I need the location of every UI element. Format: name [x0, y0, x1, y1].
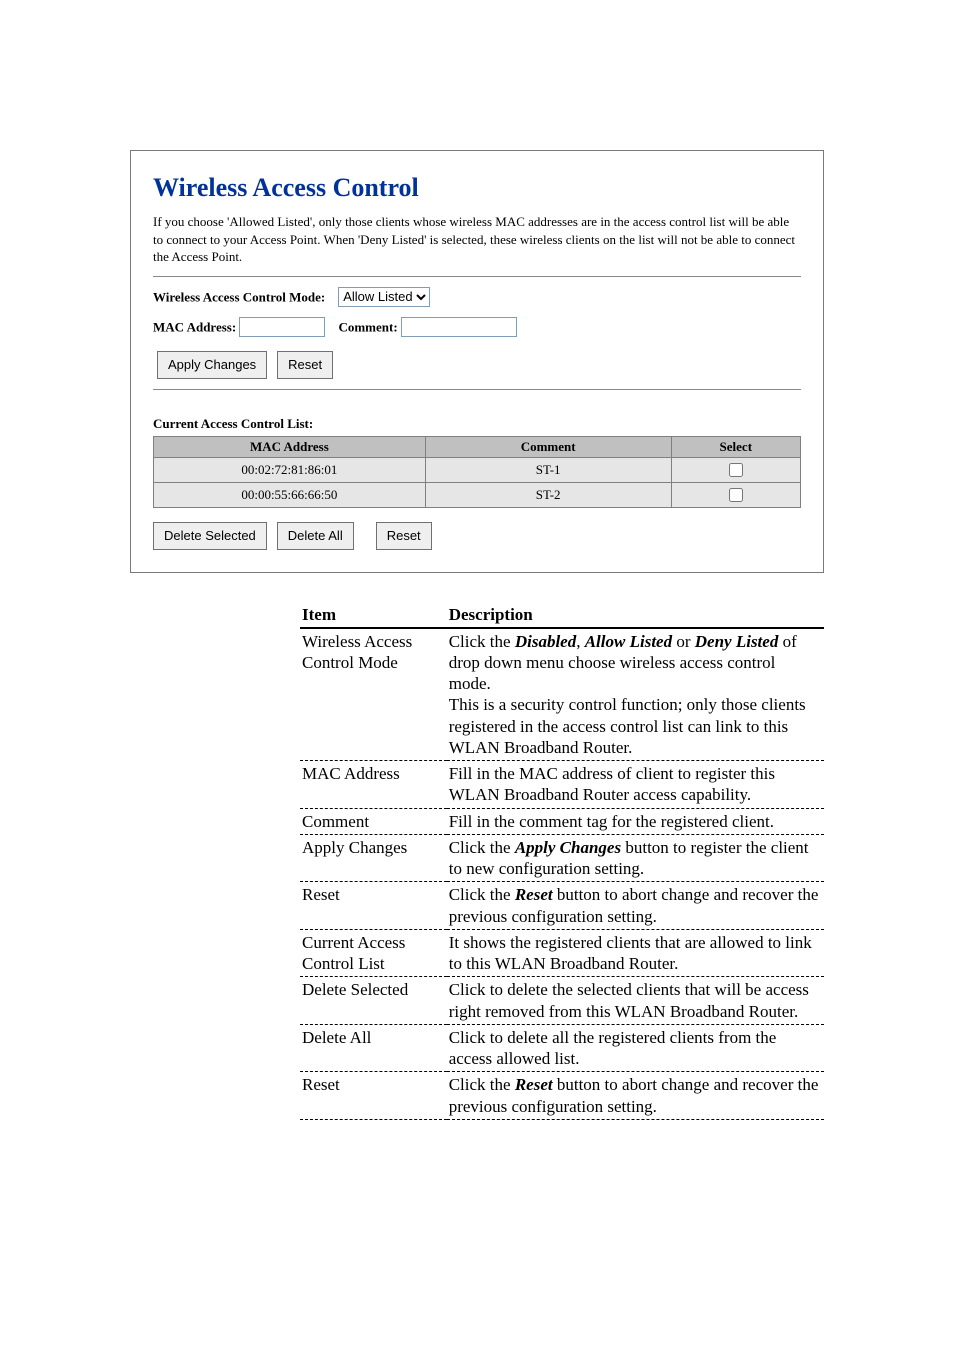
doc-desc: Click the Apply Changes button to regist…	[447, 834, 824, 882]
doc-text: Click the	[449, 632, 515, 651]
doc-item: Comment	[300, 808, 447, 834]
acl-header-row: MAC Address Comment Select	[154, 436, 801, 457]
mac-input[interactable]	[239, 317, 325, 337]
doc-header-row: Item Description	[300, 603, 824, 628]
doc-bold: Reset	[515, 1075, 553, 1094]
acl-row-checkbox[interactable]	[729, 488, 743, 502]
doc-row: Reset Click the Reset button to abort ch…	[300, 1072, 824, 1120]
acl-cell-select	[671, 482, 800, 507]
doc-desc: Click the Reset button to abort change a…	[447, 1072, 824, 1120]
doc-item: Reset	[300, 1072, 447, 1120]
mac-comment-row: MAC Address: Comment:	[153, 317, 801, 337]
acl-row-checkbox[interactable]	[729, 463, 743, 477]
doc-row: MAC Address Fill in the MAC address of c…	[300, 761, 824, 809]
apply-changes-button[interactable]: Apply Changes	[157, 351, 267, 379]
mac-label: MAC Address:	[153, 319, 236, 334]
acl-head-select: Select	[671, 436, 800, 457]
doc-item: Reset	[300, 882, 447, 930]
doc-head-desc: Description	[447, 603, 824, 628]
doc-bold: Deny Listed	[695, 632, 779, 651]
doc-row: Delete All Click to delete all the regis…	[300, 1024, 824, 1072]
doc-row: Reset Click the Reset button to abort ch…	[300, 882, 824, 930]
reset-button-2[interactable]: Reset	[376, 522, 432, 550]
doc-row: Apply Changes Click the Apply Changes bu…	[300, 834, 824, 882]
acl-head-comment: Comment	[425, 436, 671, 457]
mode-select[interactable]: Allow Listed	[338, 287, 430, 307]
acl-cell-mac: 00:02:72:81:86:01	[154, 457, 426, 482]
doc-row: Comment Fill in the comment tag for the …	[300, 808, 824, 834]
acl-cell-select	[671, 457, 800, 482]
doc-bold: Apply Changes	[515, 838, 621, 857]
doc-text: Click the	[449, 1075, 515, 1094]
doc-bold: Disabled	[515, 632, 576, 651]
doc-desc: Fill in the comment tag for the register…	[447, 808, 824, 834]
doc-head-item: Item	[300, 603, 447, 628]
divider	[153, 276, 801, 277]
acl-cell-mac: 00:00:55:66:66:50	[154, 482, 426, 507]
acl-title: Current Access Control List:	[153, 416, 801, 432]
doc-table-wrap: Item Description Wireless Access Control…	[300, 603, 824, 1120]
reset-button[interactable]: Reset	[277, 351, 333, 379]
doc-item: Wireless Access Control Mode	[300, 628, 447, 761]
doc-text: Click the	[449, 885, 515, 904]
doc-item: Apply Changes	[300, 834, 447, 882]
doc-row: Delete Selected Click to delete the sele…	[300, 977, 824, 1025]
doc-text: Click the	[449, 838, 515, 857]
doc-desc: Click the Reset button to abort change a…	[447, 882, 824, 930]
delete-selected-button[interactable]: Delete Selected	[153, 522, 267, 550]
panel-intro: If you choose 'Allowed Listed', only tho…	[153, 213, 801, 266]
table-row: 00:00:55:66:66:50 ST-2	[154, 482, 801, 507]
acl-table: MAC Address Comment Select 00:02:72:81:8…	[153, 436, 801, 508]
doc-item: Delete Selected	[300, 977, 447, 1025]
doc-table: Item Description Wireless Access Control…	[300, 603, 824, 1120]
panel-title: Wireless Access Control	[153, 173, 801, 203]
doc-desc: Click to delete all the registered clien…	[447, 1024, 824, 1072]
doc-desc: Click the Disabled, Allow Listed or Deny…	[447, 628, 824, 761]
mode-label: Wireless Access Control Mode:	[153, 289, 325, 304]
acl-head-mac: MAC Address	[154, 436, 426, 457]
doc-desc: Fill in the MAC address of client to reg…	[447, 761, 824, 809]
doc-item: Delete All	[300, 1024, 447, 1072]
doc-item: Current Access Control List	[300, 929, 447, 977]
doc-row: Current Access Control List It shows the…	[300, 929, 824, 977]
doc-bold: Allow Listed	[585, 632, 672, 651]
delete-all-button[interactable]: Delete All	[277, 522, 354, 550]
apply-reset-row: Apply Changes Reset	[153, 351, 801, 379]
doc-text: ,	[576, 632, 585, 651]
doc-row: Wireless Access Control Mode Click the D…	[300, 628, 824, 761]
doc-desc: Click to delete the selected clients tha…	[447, 977, 824, 1025]
acl-cell-comment: ST-1	[425, 457, 671, 482]
doc-text: This is a security control function; onl…	[449, 695, 806, 757]
comment-input[interactable]	[401, 317, 517, 337]
table-row: 00:02:72:81:86:01 ST-1	[154, 457, 801, 482]
doc-bold: Reset	[515, 885, 553, 904]
acl-cell-comment: ST-2	[425, 482, 671, 507]
doc-item: MAC Address	[300, 761, 447, 809]
mode-row: Wireless Access Control Mode: Allow List…	[153, 287, 801, 307]
wireless-access-control-panel: Wireless Access Control If you choose 'A…	[130, 150, 824, 573]
delete-row: Delete Selected Delete All Reset	[153, 522, 801, 550]
comment-label: Comment:	[338, 319, 397, 334]
doc-text: or	[672, 632, 695, 651]
divider-2	[153, 389, 801, 390]
doc-desc: It shows the registered clients that are…	[447, 929, 824, 977]
